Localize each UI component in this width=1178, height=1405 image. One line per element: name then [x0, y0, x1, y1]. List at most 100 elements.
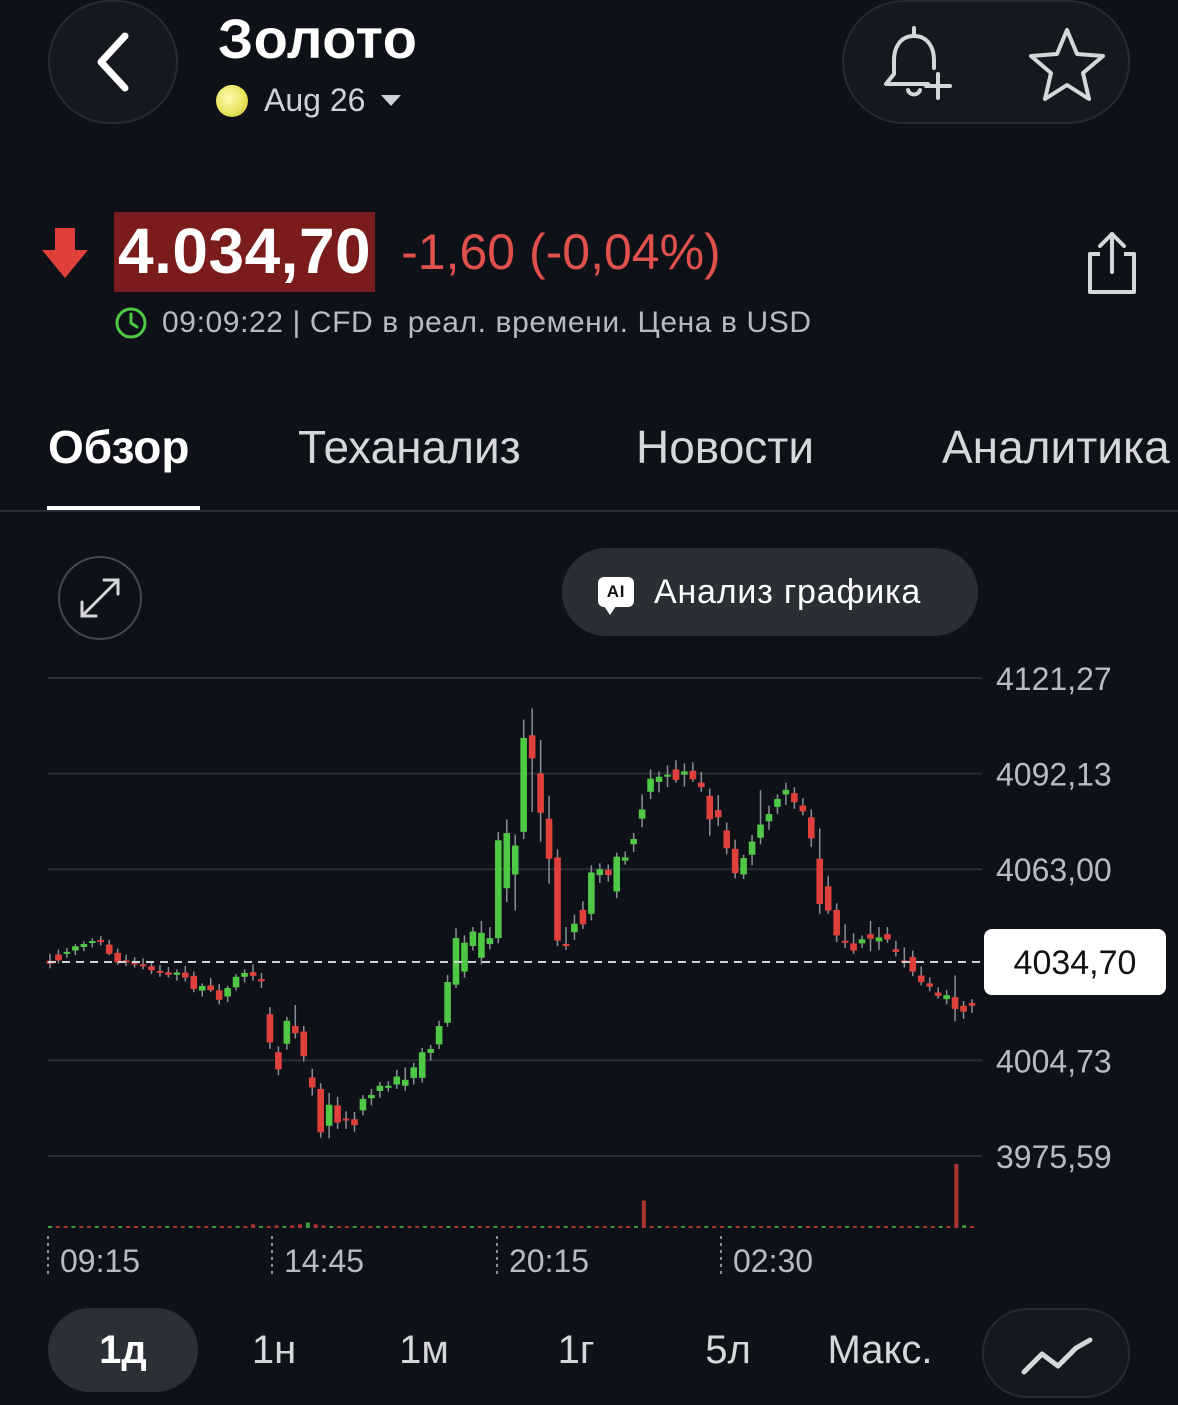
candle [833, 909, 840, 936]
candle [681, 771, 688, 775]
volume-bar [360, 1226, 365, 1228]
volume-bar [688, 1226, 693, 1228]
volume-bar [212, 1226, 217, 1228]
range-1m[interactable]: 1м [374, 1308, 474, 1392]
candle [554, 857, 561, 941]
price-change: -1,60 (-0,04%) [401, 224, 721, 280]
volume-bar [298, 1224, 303, 1228]
line-chart-icon [1021, 1337, 1093, 1375]
volume-bar [579, 1226, 584, 1228]
range-1y[interactable]: 1г [526, 1308, 626, 1392]
alert-button[interactable] [868, 18, 960, 110]
candle [698, 782, 705, 788]
price-chart[interactable]: 4121,27 4092,13 4063,00 4004,73 3975,59 4034,… [0, 640, 1178, 1300]
candle [385, 1085, 392, 1088]
candle [114, 952, 121, 963]
volume-bar [102, 1226, 107, 1228]
volume-bar [368, 1226, 373, 1228]
candle [757, 824, 764, 838]
volume-bar [337, 1226, 342, 1228]
x-tick-label: 20:15 [509, 1243, 589, 1279]
volume-bar [407, 1226, 412, 1228]
tab-news[interactable]: Новости [636, 420, 814, 474]
candle [511, 845, 519, 875]
volume-bar [719, 1226, 724, 1228]
candle [359, 1098, 367, 1111]
instrument-title: Золото [218, 7, 418, 70]
candle [968, 1003, 976, 1006]
candle [275, 1052, 282, 1070]
candle [241, 972, 248, 977]
range-1w[interactable]: 1н [224, 1308, 324, 1392]
tab-technical[interactable]: Теханализ [298, 420, 521, 474]
volume-bar [610, 1226, 615, 1228]
range-5y[interactable]: 5л [678, 1308, 778, 1392]
volume-bar [446, 1226, 451, 1228]
candle [325, 1104, 333, 1126]
ai-chart-analysis-button[interactable]: AI Анализ графика [562, 548, 978, 636]
tab-overview[interactable]: Обзор [48, 420, 190, 474]
volume-bar [274, 1225, 279, 1228]
star-icon [1029, 28, 1105, 101]
candle [224, 987, 231, 997]
candle [791, 793, 798, 803]
volume-bar [759, 1226, 764, 1228]
candle [799, 805, 807, 812]
candle [232, 976, 240, 988]
volume-bar [884, 1226, 889, 1228]
volume-bar [79, 1226, 84, 1228]
volume-bar [133, 1226, 138, 1228]
back-button[interactable] [48, 0, 178, 124]
candle [689, 770, 697, 780]
volume-bar [251, 1224, 256, 1228]
candle [249, 972, 257, 976]
candle [478, 932, 485, 958]
volume-bar [454, 1226, 459, 1228]
candle [816, 858, 824, 904]
range-1d[interactable]: 1д [48, 1308, 198, 1392]
expand-icon [80, 578, 120, 618]
candle [562, 944, 570, 947]
candle [571, 923, 578, 933]
volume-bar [587, 1226, 592, 1228]
chart-type-button[interactable] [982, 1308, 1130, 1398]
x-tick-label: 09:15 [60, 1243, 140, 1279]
current-price-label: 4034,70 [1014, 944, 1137, 982]
volume-bar [157, 1226, 162, 1228]
contract-selector[interactable]: Aug 26 [216, 82, 402, 119]
volume-bar [485, 1226, 490, 1228]
candle [943, 995, 950, 1000]
volume-bar [165, 1226, 170, 1228]
share-button[interactable] [1080, 226, 1144, 298]
volume-bar [493, 1226, 498, 1228]
candle [139, 964, 147, 967]
candle [537, 773, 544, 813]
tab-analytics[interactable]: Аналитика [942, 420, 1170, 474]
candle [545, 818, 553, 859]
gold-coin-icon [216, 84, 248, 117]
candle [858, 939, 866, 944]
volume-bar [430, 1226, 435, 1228]
volume-bar [852, 1226, 857, 1228]
volume-bar [970, 1226, 974, 1228]
volume-bar [876, 1226, 881, 1228]
candle [824, 886, 832, 911]
volume-bar [141, 1226, 146, 1228]
volume-bar [415, 1226, 420, 1228]
expand-chart-button[interactable] [58, 556, 142, 640]
volume-bar [71, 1226, 76, 1228]
volume-bar [501, 1226, 506, 1228]
volume-bar [813, 1226, 818, 1228]
candle [647, 778, 654, 792]
candle [638, 809, 646, 819]
candle [190, 975, 198, 989]
contract-label: Aug 26 [264, 82, 366, 118]
volume-bar [657, 1226, 662, 1228]
range-max[interactable]: Макс. [812, 1308, 948, 1392]
volume-bar [915, 1226, 920, 1228]
price-meta-text: 09:09:22 | CFD в реал. времени. Цена в U… [162, 306, 812, 339]
y-tick-label: 4121,27 [996, 661, 1112, 697]
watchlist-button[interactable] [1022, 20, 1112, 110]
volume-bar [188, 1226, 193, 1228]
candle [807, 817, 815, 839]
